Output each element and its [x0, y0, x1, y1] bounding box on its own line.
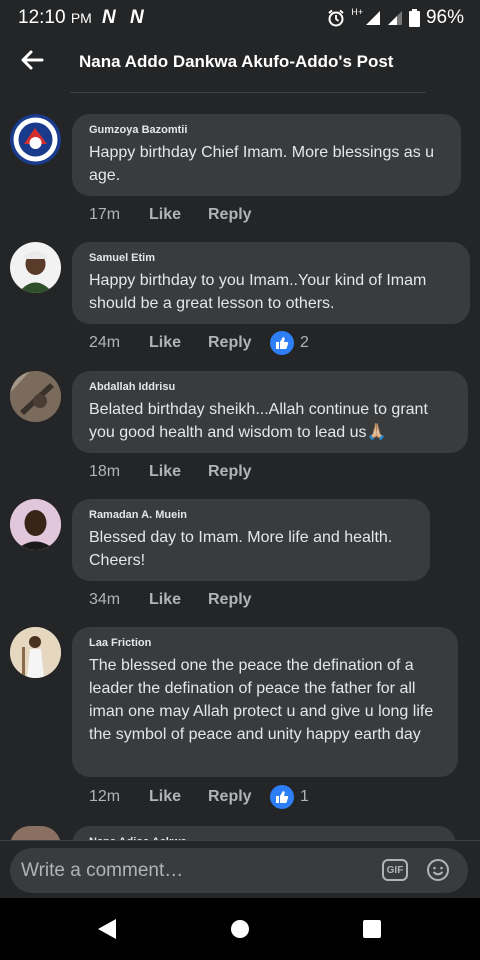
battery-level: 96% — [425, 7, 464, 28]
comment-actions: 24m Like Reply 2 — [89, 331, 309, 355]
network-type: H+ — [351, 7, 363, 17]
emoji-icon[interactable] — [426, 858, 450, 882]
divider — [70, 92, 426, 93]
comment-time[interactable]: 12m — [89, 788, 149, 806]
comment-bubble[interactable]: Gumzoya Bazomtii Happy birthday Chief Im… — [72, 114, 461, 196]
like-button[interactable]: Like — [149, 788, 208, 806]
avatar[interactable] — [10, 371, 61, 422]
comment-time[interactable]: 17m — [89, 206, 149, 224]
comment-text: Blessed day to Imam. More life and healt… — [89, 529, 393, 569]
comment-actions: 17m Like Reply — [89, 206, 270, 224]
commenter-name[interactable]: Laa Friction — [89, 637, 442, 649]
notification-n-icon: N — [130, 7, 144, 28]
reaction-count: 2 — [300, 334, 309, 351]
post-header: Nana Addo Dankwa Akufo-Addo's Post — [0, 34, 480, 90]
reaction-summary[interactable]: 1 — [270, 785, 309, 809]
alarm-icon — [328, 9, 344, 27]
comment-text: The blessed one the peace the defination… — [89, 657, 434, 743]
notification-n-icon: N — [102, 7, 116, 28]
reply-button[interactable]: Reply — [208, 334, 270, 352]
comment-actions: 34m Like Reply — [89, 591, 270, 609]
avatar[interactable] — [10, 499, 61, 550]
back-triangle-icon[interactable] — [94, 916, 120, 942]
comment-text: Happy birthday Chief Imam. More blessing… — [89, 144, 435, 184]
like-button[interactable]: Like — [149, 463, 208, 481]
comment-bubble[interactable]: Abdallah Iddrisu Belated birthday sheikh… — [72, 371, 468, 453]
commenter-name[interactable]: Samuel Etim — [89, 252, 454, 264]
like-button[interactable]: Like — [149, 334, 208, 352]
status-bar: 12:10 PM N N H+ 96% — [0, 0, 480, 34]
like-button[interactable]: Like — [149, 206, 208, 224]
page-title: Nana Addo Dankwa Akufo-Addo's Post — [79, 52, 394, 71]
signal-icon — [365, 11, 380, 25]
comment-actions: 18m Like Reply — [89, 463, 270, 481]
status-time: 12:10 PM — [18, 7, 92, 28]
reply-button[interactable]: Reply — [208, 206, 270, 224]
comment-text: Happy birthday to you Imam..Your kind of… — [89, 272, 427, 312]
comment-time[interactable]: 34m — [89, 591, 149, 609]
avatar[interactable] — [10, 242, 61, 293]
back-arrow-icon[interactable] — [18, 46, 46, 74]
reaction-count: 1 — [300, 788, 309, 805]
reply-button[interactable]: Reply — [208, 788, 270, 806]
comment-actions: 12m Like Reply 1 — [89, 785, 309, 809]
comment-time[interactable]: 24m — [89, 334, 149, 352]
comment-bubble[interactable]: Samuel Etim Happy birthday to you Imam..… — [72, 242, 470, 324]
comment-input[interactable]: Write a comment… GIF — [10, 848, 468, 893]
avatar[interactable] — [10, 114, 61, 165]
thumbs-up-icon — [270, 785, 294, 809]
system-navigation-bar — [0, 898, 480, 960]
comment-text: Belated birthday sheikh...Allah continue… — [89, 401, 428, 441]
signal-icon-2 — [387, 11, 402, 25]
thumbs-up-icon — [270, 331, 294, 355]
comment-bubble[interactable]: Laa Friction The blessed one the peace t… — [72, 627, 458, 777]
avatar[interactable] — [10, 627, 61, 678]
reaction-summary[interactable]: 2 — [270, 331, 309, 355]
commenter-name[interactable]: Gumzoya Bazomtii — [89, 124, 445, 136]
gif-button[interactable]: GIF — [382, 859, 408, 881]
reply-button[interactable]: Reply — [208, 591, 270, 609]
battery-icon — [408, 9, 420, 27]
reply-button[interactable]: Reply — [208, 463, 270, 481]
commenter-name[interactable]: Abdallah Iddrisu — [89, 381, 452, 393]
comment-bubble[interactable]: Ramadan A. Muein Blessed day to Imam. Mo… — [72, 499, 430, 581]
like-button[interactable]: Like — [149, 591, 208, 609]
comment-composer-bar: Write a comment… GIF — [0, 840, 480, 898]
commenter-name[interactable]: Ramadan A. Muein — [89, 509, 414, 521]
comment-time[interactable]: 18m — [89, 463, 149, 481]
recents-square-icon[interactable] — [359, 916, 385, 942]
home-circle-icon[interactable] — [227, 916, 253, 942]
comment-input-placeholder: Write a comment… — [21, 860, 184, 881]
